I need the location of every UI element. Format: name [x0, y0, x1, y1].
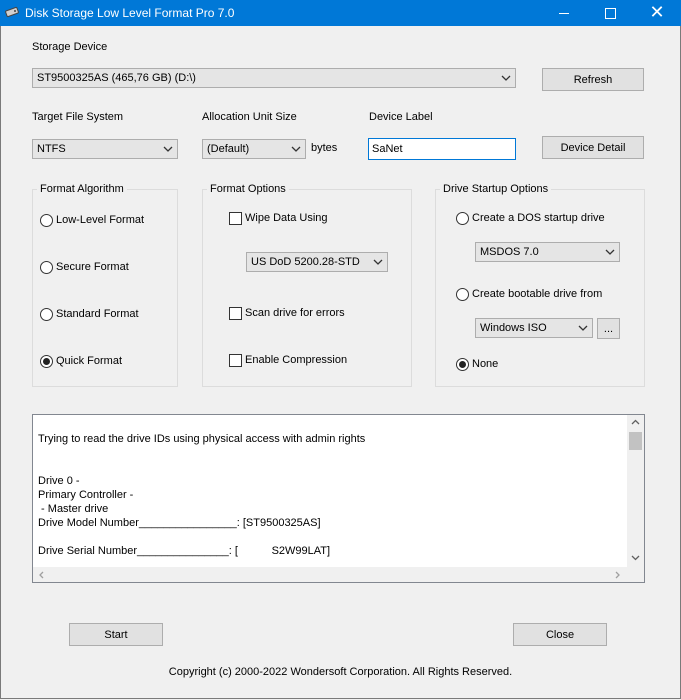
file-system-value: NTFS [37, 143, 66, 155]
device-detail-button[interactable]: Device Detail [542, 136, 644, 159]
scroll-left-arrow-icon[interactable] [38, 571, 45, 579]
vertical-scrollbar[interactable] [627, 415, 644, 567]
dos-version-value: MSDOS 7.0 [480, 246, 539, 258]
radio-standard-format[interactable]: Standard Format [40, 307, 170, 323]
bootable-source-value: Windows ISO [480, 322, 547, 334]
device-label-value: SaNet [372, 143, 403, 155]
device-label-input[interactable]: SaNet [368, 138, 516, 160]
chevron-down-icon [291, 146, 301, 152]
wipe-method-value: US DoD 5200.28-STD [251, 256, 360, 268]
checkbox-label: Enable Compression [245, 354, 348, 366]
chevron-down-icon [578, 325, 588, 331]
scroll-right-arrow-icon[interactable] [614, 571, 621, 579]
radio-label: Create bootable drive from [472, 288, 603, 300]
bytes-unit-label: bytes [311, 142, 338, 154]
target-file-system-label: Target File System [32, 111, 124, 123]
radio-indicator-selected [40, 355, 53, 368]
checkbox-scan-drive[interactable]: Scan drive for errors [229, 306, 399, 322]
refresh-button[interactable]: Refresh [542, 68, 644, 91]
start-button[interactable]: Start [69, 623, 163, 646]
radio-indicator [456, 212, 469, 225]
radio-bootable-drive[interactable]: Create bootable drive from [456, 287, 636, 303]
format-algorithm-title: Format Algorithm [37, 183, 127, 195]
log-line: Drive Serial Number_______________: [ S2… [38, 545, 331, 557]
scroll-down-arrow-icon[interactable] [631, 554, 640, 561]
storage-device-value: ST9500325AS (465,76 GB) (D:\) [37, 72, 196, 84]
close-button-label: Close [545, 628, 575, 641]
checkbox-indicator [229, 354, 242, 367]
disk-drive-icon [5, 6, 19, 18]
log-text-area: Trying to read the drive IDs using physi… [33, 415, 627, 567]
checkbox-label: Wipe Data Using [245, 212, 328, 224]
log-line: Drive 0 - [38, 475, 80, 487]
allocation-unit-value: (Default) [207, 143, 250, 155]
close-window-button[interactable]: ✕ [634, 0, 680, 26]
radio-label: Quick Format [56, 355, 123, 367]
log-line: Trying to read the drive IDs using physi… [38, 433, 366, 445]
horizontal-scrollbar[interactable] [33, 567, 627, 582]
close-icon: ✕ [649, 2, 665, 23]
format-options-title: Format Options [207, 183, 289, 195]
checkbox-label: Scan drive for errors [245, 307, 345, 319]
chevron-down-icon [163, 146, 173, 152]
radio-quick-format[interactable]: Quick Format [40, 354, 170, 370]
checkbox-enable-compression[interactable]: Enable Compression [229, 353, 399, 369]
radio-label: None [472, 358, 499, 370]
maximize-button[interactable] [587, 0, 633, 26]
radio-label: Standard Format [56, 308, 139, 320]
radio-low-level-format[interactable]: Low-Level Format [40, 213, 170, 229]
radio-dos-startup-drive[interactable]: Create a DOS startup drive [456, 211, 636, 227]
title-bar[interactable]: Disk Storage Low Level Format Pro 7.0 ✕ [0, 0, 681, 26]
drive-startup-options-title: Drive Startup Options [440, 183, 552, 195]
allocation-unit-size-label: Allocation Unit Size [202, 111, 297, 123]
log-output[interactable]: Trying to read the drive IDs using physi… [32, 414, 645, 583]
log-line: Drive Model Number________________: [ST9… [38, 517, 321, 529]
storage-device-select[interactable]: ST9500325AS (465,76 GB) (D:\) [32, 68, 516, 88]
log-line: Primary Controller - [38, 489, 134, 501]
radio-indicator [40, 261, 53, 274]
radio-label: Create a DOS startup drive [472, 212, 605, 224]
checkbox-wipe-data[interactable]: Wipe Data Using [229, 211, 389, 227]
chevron-down-icon [501, 75, 511, 81]
close-button[interactable]: Close [513, 623, 607, 646]
radio-secure-format[interactable]: Secure Format [40, 260, 170, 276]
file-system-select[interactable]: NTFS [32, 139, 178, 159]
radio-indicator [40, 214, 53, 227]
minimize-button[interactable] [541, 0, 587, 26]
scrollbar-corner [627, 567, 644, 582]
log-line: - Master drive [38, 503, 109, 515]
checkbox-indicator [229, 307, 242, 320]
radio-indicator-selected [456, 358, 469, 371]
wipe-method-select[interactable]: US DoD 5200.28-STD [246, 252, 388, 272]
chevron-down-icon [373, 259, 383, 265]
allocation-unit-select[interactable]: (Default) [202, 139, 306, 159]
radio-none[interactable]: None [456, 357, 576, 373]
scroll-up-arrow-icon[interactable] [631, 419, 640, 426]
browse-button-label: ... [603, 322, 614, 335]
storage-device-label: Storage Device [32, 41, 108, 53]
refresh-button-label: Refresh [573, 73, 613, 86]
device-label-label: Device Label [369, 111, 433, 123]
checkbox-indicator [229, 212, 242, 225]
minimize-icon [559, 12, 569, 14]
chevron-down-icon [605, 249, 615, 255]
device-detail-button-label: Device Detail [560, 141, 626, 154]
radio-label: Low-Level Format [56, 214, 145, 226]
copyright-text: Copyright (c) 2000-2022 Wondersoft Corpo… [168, 666, 513, 678]
start-button-label: Start [104, 628, 128, 641]
dos-version-select[interactable]: MSDOS 7.0 [475, 242, 620, 262]
radio-label: Secure Format [56, 261, 129, 273]
browse-button[interactable]: ... [597, 318, 620, 339]
radio-indicator [40, 308, 53, 321]
bootable-source-select[interactable]: Windows ISO [475, 318, 593, 338]
vertical-scroll-thumb[interactable] [629, 432, 642, 450]
window-title: Disk Storage Low Level Format Pro 7.0 [25, 6, 235, 20]
radio-indicator [456, 288, 469, 301]
maximize-icon [604, 7, 616, 19]
